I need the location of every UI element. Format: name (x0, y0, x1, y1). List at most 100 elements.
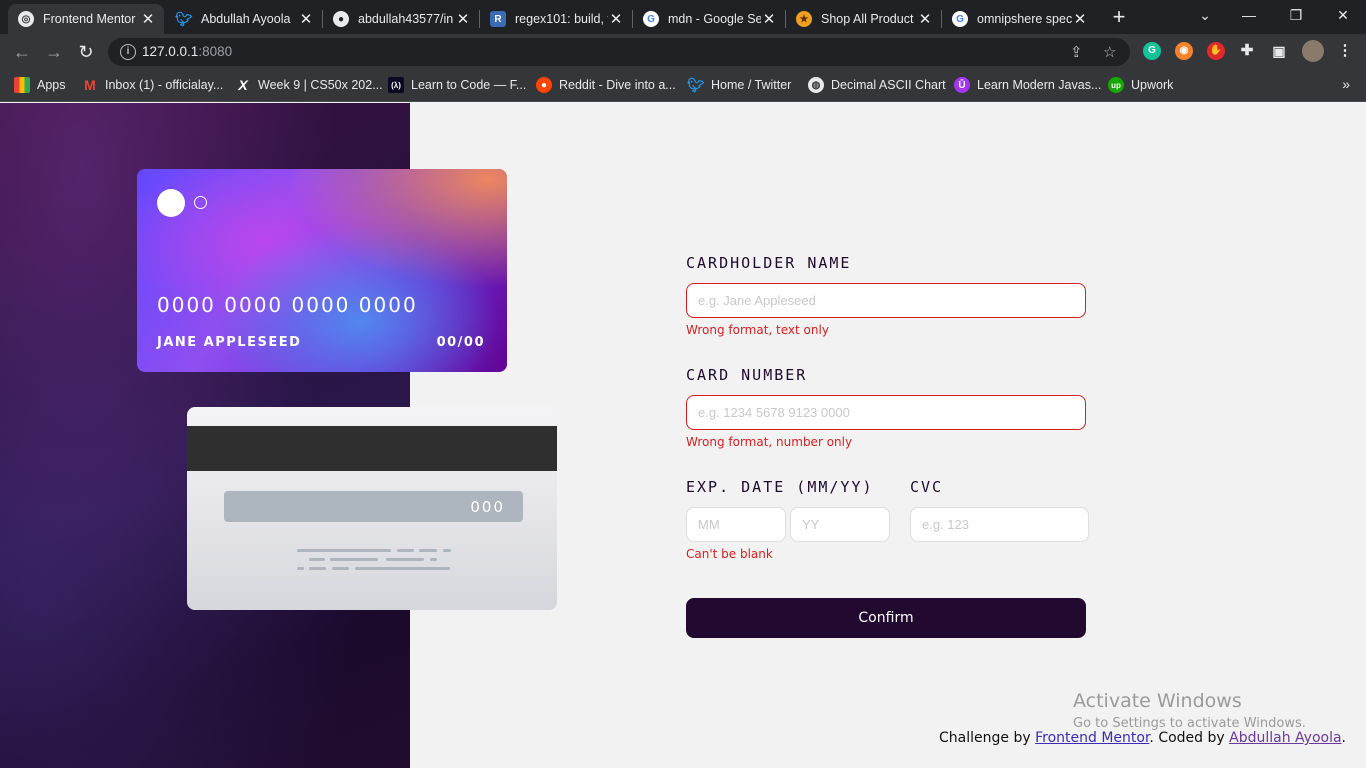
github-icon: ● (333, 11, 349, 27)
watermark-title: Activate Windows (1073, 690, 1242, 712)
card-logo-circle-small (194, 196, 207, 209)
side-panel-icon[interactable]: ▣ (1270, 42, 1288, 60)
close-icon[interactable]: ✕ (608, 10, 624, 28)
bookmark-apps[interactable]: Apps (14, 77, 66, 93)
gmail-icon: M (84, 77, 96, 93)
close-icon[interactable]: ✕ (298, 10, 314, 28)
cvc-label: CVC (910, 478, 944, 496)
url-text[interactable]: 127.0.0.1:8080 (142, 44, 232, 59)
confirm-button[interactable]: Confirm (686, 598, 1086, 638)
activate-windows-watermark: Activate Windows Go to Settings to activ… (1073, 690, 1306, 731)
bookmark-freecodecamp[interactable]: (λ) Learn to Code — F... (388, 77, 526, 93)
bookmark-label: Learn Modern Javas... (977, 78, 1102, 92)
address-bar[interactable]: i 127.0.0.1:8080 ⇪ ☆ (108, 38, 1130, 66)
tab-title: regex101: build, t (515, 12, 608, 26)
exp-year-input[interactable]: YY (790, 507, 890, 542)
bookmark-gmail[interactable]: M Inbox (1) - officialay... (82, 77, 223, 93)
close-icon[interactable]: ✕ (140, 10, 156, 28)
tab-google-omnisphere[interactable]: G omnipshere spec ✕ (942, 4, 1096, 34)
cvc-input[interactable]: e.g. 123 (910, 507, 1089, 542)
grammarly-icon[interactable]: G (1143, 42, 1161, 60)
tab-twitter[interactable]: 🐦︎ Abdullah Ayoola ✕ (166, 4, 322, 34)
cardholder-name-input[interactable]: e.g. Jane Appleseed (686, 283, 1086, 318)
page-content: 0000 0000 0000 0000 JANE APPLESEED 00/00… (0, 103, 1366, 768)
share-icon[interactable]: ⇪ (1070, 43, 1083, 61)
tab-title: Shop All Product (821, 12, 914, 26)
tab-title: Frontend Mentor (43, 12, 136, 26)
card-front: 0000 0000 0000 0000 JANE APPLESEED 00/00 (137, 169, 507, 372)
tab-frontend-mentor[interactable]: ◎ Frontend Mentor ✕ (8, 4, 164, 34)
bookmark-label: Home / Twitter (711, 78, 792, 92)
tab-bar: ◎ Frontend Mentor ✕ 🐦︎ Abdullah Ayoola ✕… (0, 0, 1366, 34)
watermark-subtitle: Go to Settings to activate Windows. (1073, 716, 1306, 731)
bookmark-cs50[interactable]: X Week 9 | CS50x 202... (235, 77, 382, 93)
extensions-puzzle-icon[interactable]: ✚ (1238, 42, 1256, 60)
tab-title: omnipshere spec (977, 12, 1072, 26)
bookmark-ascii[interactable]: ◍ Decimal ASCII Chart (808, 77, 946, 93)
close-icon[interactable]: ✕ (455, 10, 471, 28)
close-icon[interactable]: ✕ (917, 10, 933, 28)
close-icon[interactable]: ✕ (761, 10, 777, 28)
card-front-name: JANE APPLESEED (157, 335, 302, 350)
minimize-button[interactable]: — (1234, 4, 1264, 26)
card-back-cvc: 000 (470, 498, 505, 516)
udemy-icon: Ū (954, 77, 970, 93)
globe-icon: ◎ (18, 11, 34, 27)
bookmark-label: Decimal ASCII Chart (831, 78, 946, 92)
footer-prefix: Challenge by (939, 730, 1036, 746)
new-tab-button[interactable]: + (1109, 5, 1129, 29)
card-number-input[interactable]: e.g. 1234 5678 9123 0000 (686, 395, 1086, 430)
twitter-icon: 🐦︎ (687, 76, 705, 93)
menu-kebab-icon[interactable]: ⋮ (1336, 42, 1354, 60)
attribution-footer: Challenge by Frontend Mentor. Coded by A… (939, 730, 1346, 746)
close-window-button[interactable]: ✕ (1328, 4, 1358, 26)
cardholder-name-error: Wrong format, text only (686, 323, 829, 337)
tab-shop[interactable]: ★ Shop All Product ✕ (786, 4, 941, 34)
bookmark-star-icon[interactable]: ☆ (1103, 43, 1116, 61)
bookmarks-overflow-icon[interactable]: » (1342, 76, 1350, 92)
card-number-error: Wrong format, number only (686, 435, 853, 449)
magnetic-stripe (187, 426, 557, 471)
tab-regex101[interactable]: R regex101: build, t ✕ (480, 4, 632, 34)
bookmark-label: Apps (37, 78, 66, 92)
exp-date-label: EXP. DATE (MM/YY) (686, 478, 874, 496)
card-back: 000 (187, 407, 557, 610)
bookmarks-bar: Apps M Inbox (1) - officialay... X Week … (0, 70, 1366, 102)
cardholder-name-label: CARDHOLDER NAME (686, 254, 852, 272)
tab-search-icon[interactable]: ⌄ (1190, 4, 1220, 26)
bookmark-label: Learn to Code — F... (411, 78, 527, 92)
exp-date-error: Can't be blank (686, 547, 773, 561)
info-icon[interactable]: i (120, 44, 136, 60)
tab-title: Abdullah Ayoola (201, 12, 291, 26)
rss-extension-icon[interactable]: ◉ (1175, 42, 1193, 60)
reload-button[interactable]: ↻ (74, 40, 98, 64)
author-link[interactable]: Abdullah Ayoola (1229, 730, 1341, 746)
apps-grid-icon (14, 77, 30, 93)
bookmark-label: Inbox (1) - officialay... (105, 78, 224, 92)
tab-github[interactable]: ● abdullah43577/in ✕ (323, 4, 479, 34)
restore-button[interactable]: ❐ (1281, 4, 1311, 26)
bookmark-label: Upwork (1131, 78, 1174, 92)
bookmark-upwork[interactable]: up Upwork (1108, 77, 1173, 93)
url-port: :8080 (198, 44, 233, 59)
adblock-icon[interactable]: ✋ (1207, 42, 1225, 60)
tab-title: mdn - Google Se (668, 12, 761, 26)
exp-month-input[interactable]: MM (686, 507, 786, 542)
bookmark-twitter[interactable]: 🐦︎ Home / Twitter (687, 76, 792, 93)
back-button[interactable]: ← (10, 40, 34, 64)
card-front-expiry: 00/00 (436, 335, 485, 350)
google-icon: G (643, 11, 659, 27)
profile-avatar[interactable] (1302, 40, 1324, 62)
x-icon: X (238, 77, 248, 93)
bookmark-udemy[interactable]: Ū Learn Modern Javas... (954, 77, 1101, 93)
close-icon[interactable]: ✕ (1072, 10, 1088, 28)
freecodecamp-icon: (λ) (388, 77, 404, 93)
bookmark-reddit[interactable]: ● Reddit - Dive into a... (536, 77, 676, 93)
star-icon: ★ (796, 11, 812, 27)
card-front-number: 0000 0000 0000 0000 (157, 293, 418, 317)
regex101-icon: R (490, 11, 506, 27)
google-icon: G (952, 11, 968, 27)
tab-google-mdn[interactable]: G mdn - Google Se ✕ (633, 4, 785, 34)
frontend-mentor-link[interactable]: Frontend Mentor (1035, 730, 1149, 746)
forward-button[interactable]: → (42, 40, 66, 64)
